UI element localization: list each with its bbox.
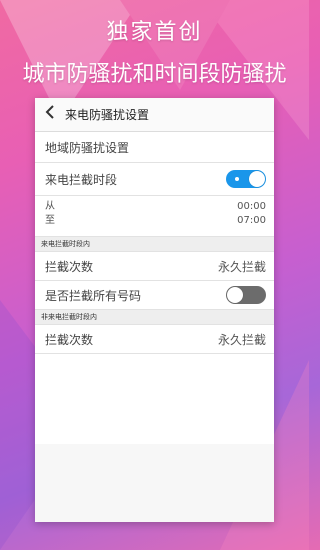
to-row: 至 07:00 [45, 214, 266, 228]
content-footer-area [35, 444, 274, 522]
to-label: 至 [45, 215, 55, 226]
block-all-toggle[interactable] [226, 286, 266, 304]
toggle-dot [235, 177, 239, 181]
settings-screen: 来电防骚扰设置 地域防骚扰设置 来电拦截时段 从 00:00 至 07:00 来… [35, 98, 274, 522]
back-button[interactable] [35, 104, 65, 125]
page-title: 来电防骚扰设置 [65, 108, 150, 122]
section-header-in-period: 来电拦截时段内 [35, 237, 274, 252]
chevron-left-icon [45, 105, 54, 119]
time-period-label: 来电拦截时段 [45, 172, 118, 187]
in-count-label: 拦截次数 [45, 259, 94, 274]
promo-headline: 独家首创 [106, 20, 203, 45]
content-blank [35, 360, 274, 444]
section-header-out-period: 非来电拦截时段内 [35, 310, 274, 325]
out-count-value: 永久拦截 [217, 332, 266, 347]
from-row: 从 00:00 [45, 200, 266, 214]
time-period-row: 来电拦截时段 [35, 163, 274, 196]
region-setting-label: 地域防骚扰设置 [45, 140, 130, 155]
to-time: 07:00 [237, 215, 266, 226]
out-period-count-row[interactable]: 拦截次数 永久拦截 [35, 325, 274, 354]
in-count-value: 永久拦截 [217, 259, 266, 274]
toggle-knob [249, 171, 265, 187]
promo-subheadline: 城市防骚扰和时间段防骚扰 [22, 62, 287, 87]
out-count-label: 拦截次数 [45, 332, 94, 347]
toggle-knob [227, 287, 243, 303]
block-all-row: 是否拦截所有号码 [35, 281, 274, 310]
in-period-count-row[interactable]: 拦截次数 永久拦截 [35, 252, 274, 281]
from-label: 从 [45, 201, 55, 212]
block-all-label: 是否拦截所有号码 [45, 288, 142, 303]
region-setting-row[interactable]: 地域防骚扰设置 [35, 132, 274, 163]
time-period-toggle[interactable] [226, 170, 266, 188]
from-time: 00:00 [237, 201, 266, 212]
time-range[interactable]: 从 00:00 至 07:00 [35, 196, 274, 237]
top-bar: 来电防骚扰设置 [35, 98, 274, 132]
